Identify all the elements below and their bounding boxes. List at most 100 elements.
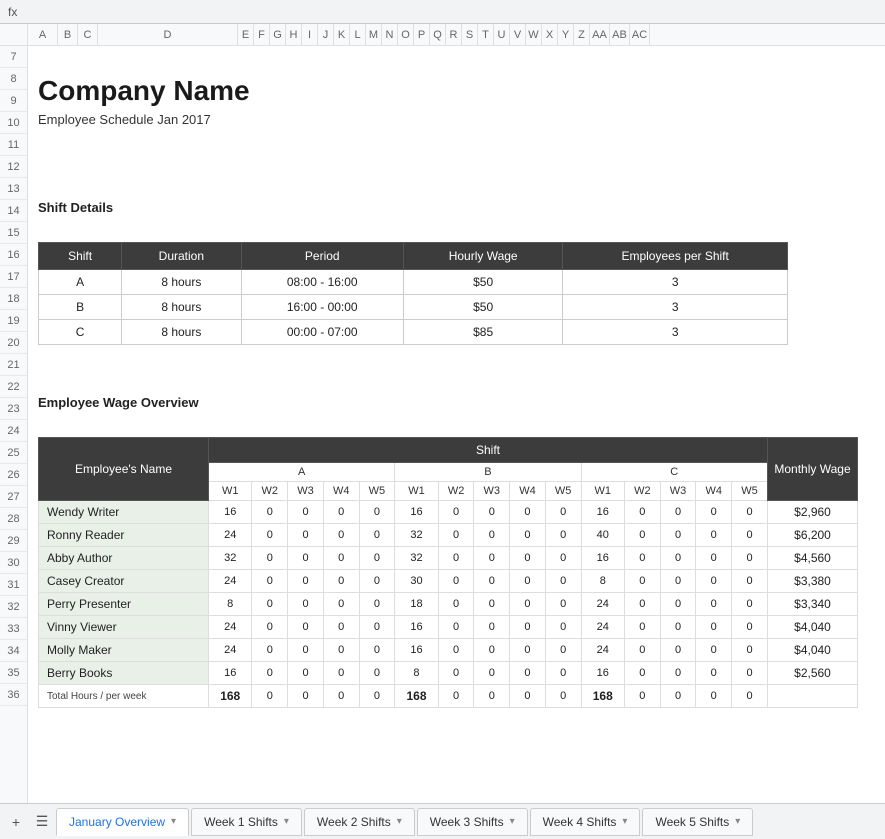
shift-a-w1: 16	[209, 662, 252, 685]
shift-c-w2: 0	[624, 639, 660, 662]
row-36: 36	[0, 684, 27, 706]
tab-week-3-shifts[interactable]: Week 3 Shifts ▾	[417, 808, 528, 836]
tab-week-1-shifts[interactable]: Week 1 Shifts▾	[191, 808, 302, 836]
company-name: Company Name	[38, 70, 250, 110]
shift-b-w1: 32	[395, 547, 438, 570]
col-o: O	[398, 24, 414, 46]
row-8: 8	[0, 68, 27, 90]
col-q: Q	[430, 24, 446, 46]
wage-overview-label: Employee Wage Overview	[38, 393, 199, 412]
col-v: V	[510, 24, 526, 46]
shift-c-w2: 0	[624, 524, 660, 547]
tab-dropdown-arrow[interactable]: ▾	[284, 816, 289, 827]
empty-row-20	[38, 369, 885, 391]
tab-dropdown-arrow[interactable]: ▾	[171, 816, 176, 827]
shift-b-w2: 0	[438, 593, 474, 616]
c-w5: W5	[732, 482, 768, 501]
shift-a-w5: 0	[359, 524, 395, 547]
shift-table-cell: 8 hours	[122, 320, 241, 345]
shift-col-header: Shift	[39, 243, 122, 270]
col-x: X	[542, 24, 558, 46]
tab-dropdown-arrow[interactable]: ▾	[622, 816, 627, 827]
shift-b-w4: 0	[510, 662, 546, 685]
spreadsheet-container: 7 8 9 10 11 12 13 14 15 16 17 18 19 20 2…	[0, 24, 885, 803]
duration-col-header: Duration	[122, 243, 241, 270]
row-10: 10	[0, 112, 27, 134]
shift-b-header: B	[395, 463, 581, 482]
tab-label: Week 5 Shifts	[655, 815, 729, 829]
sheet-list-button[interactable]: ☰	[30, 810, 54, 834]
row-11: 11	[0, 134, 27, 156]
shift-a-w5: 0	[359, 662, 395, 685]
shift-table-cell: 3	[563, 295, 788, 320]
tab-week-2-shifts[interactable]: Week 2 Shifts▾	[304, 808, 415, 836]
tab-dropdown-arrow[interactable]: ▾	[397, 816, 402, 827]
shift-c-w1: 16	[581, 501, 624, 524]
row-23: 23	[0, 398, 27, 420]
total-b-w4: 0	[510, 685, 546, 708]
row-numbers: 7 8 9 10 11 12 13 14 15 16 17 18 19 20 2…	[0, 24, 28, 803]
total-a-w1: 168	[209, 685, 252, 708]
shift-b-w5: 0	[545, 639, 581, 662]
shift-b-w2: 0	[438, 616, 474, 639]
shift-b-w3: 0	[474, 570, 510, 593]
empty-row-7	[38, 50, 885, 72]
tab-week-4-shifts[interactable]: Week 4 Shifts▾	[530, 808, 641, 836]
shift-table-cell: $50	[403, 295, 562, 320]
shift-c-w5: 0	[732, 570, 768, 593]
shift-a-w4: 0	[323, 639, 359, 662]
shift-b-w3: 0	[474, 662, 510, 685]
wage-table-body: Wendy Writer160000160000160000$2,960Ronn…	[39, 501, 858, 708]
shift-c-w4: 0	[696, 639, 732, 662]
b-w5: W5	[545, 482, 581, 501]
shift-table-cell: $50	[403, 270, 562, 295]
total-c-w2: 0	[624, 685, 660, 708]
empty-row-10	[38, 130, 885, 152]
shift-a-w2: 0	[252, 524, 288, 547]
tab-dropdown-arrow[interactable]: ▾	[510, 816, 515, 827]
cells-area[interactable]: Company Name Employee Schedule Jan 2017 …	[28, 46, 885, 803]
shift-table-row: C8 hours00:00 - 07:00$853	[39, 320, 788, 345]
shift-a-w5: 0	[359, 570, 395, 593]
tab-dropdown-arrow[interactable]: ▾	[735, 816, 740, 827]
monthly-wage-cell: $3,340	[768, 593, 858, 616]
shift-c-w1: 24	[581, 616, 624, 639]
col-r: R	[446, 24, 462, 46]
tab-label: Week 3 Shifts	[430, 815, 504, 829]
tab-week-5-shifts[interactable]: Week 5 Shifts ▾	[642, 808, 753, 836]
row-12: 12	[0, 156, 27, 178]
total-b-w1: 168	[395, 685, 438, 708]
col-f: F	[254, 24, 270, 46]
employee-name-main-header: Employee's Name	[39, 438, 209, 501]
shift-a-w1: 24	[209, 570, 252, 593]
shift-c-w4: 0	[696, 662, 732, 685]
shift-table-cell: B	[39, 295, 122, 320]
shift-c-w1: 40	[581, 524, 624, 547]
shift-a-w3: 0	[288, 570, 324, 593]
b-w1: W1	[395, 482, 438, 501]
wage-table-row: Molly Maker240000160000240000$4,040	[39, 639, 858, 662]
shift-b-w3: 0	[474, 524, 510, 547]
shift-table-cell: 16:00 - 00:00	[241, 295, 403, 320]
row-13: 13	[0, 178, 27, 200]
a-w2: W2	[252, 482, 288, 501]
monthly-wage-cell: $6,200	[768, 524, 858, 547]
shift-b-w4: 0	[510, 593, 546, 616]
shift-table-cell: C	[39, 320, 122, 345]
employees-per-shift-col-header: Employees per Shift	[563, 243, 788, 270]
corner-cell	[0, 24, 27, 46]
col-u: U	[494, 24, 510, 46]
shift-a-w2: 0	[252, 639, 288, 662]
shift-c-w2: 0	[624, 547, 660, 570]
employee-name-cell: Berry Books	[39, 662, 209, 685]
total-c-w1: 168	[581, 685, 624, 708]
c-w4: W4	[696, 482, 732, 501]
shift-b-w3: 0	[474, 501, 510, 524]
shift-c-w1: 24	[581, 639, 624, 662]
shift-c-w3: 0	[660, 570, 696, 593]
shift-a-w2: 0	[252, 501, 288, 524]
wage-table-row: Wendy Writer160000160000160000$2,960	[39, 501, 858, 524]
add-sheet-button[interactable]: +	[4, 810, 28, 834]
shift-a-w2: 0	[252, 616, 288, 639]
tab-january-overview[interactable]: January Overview▾	[56, 808, 189, 836]
